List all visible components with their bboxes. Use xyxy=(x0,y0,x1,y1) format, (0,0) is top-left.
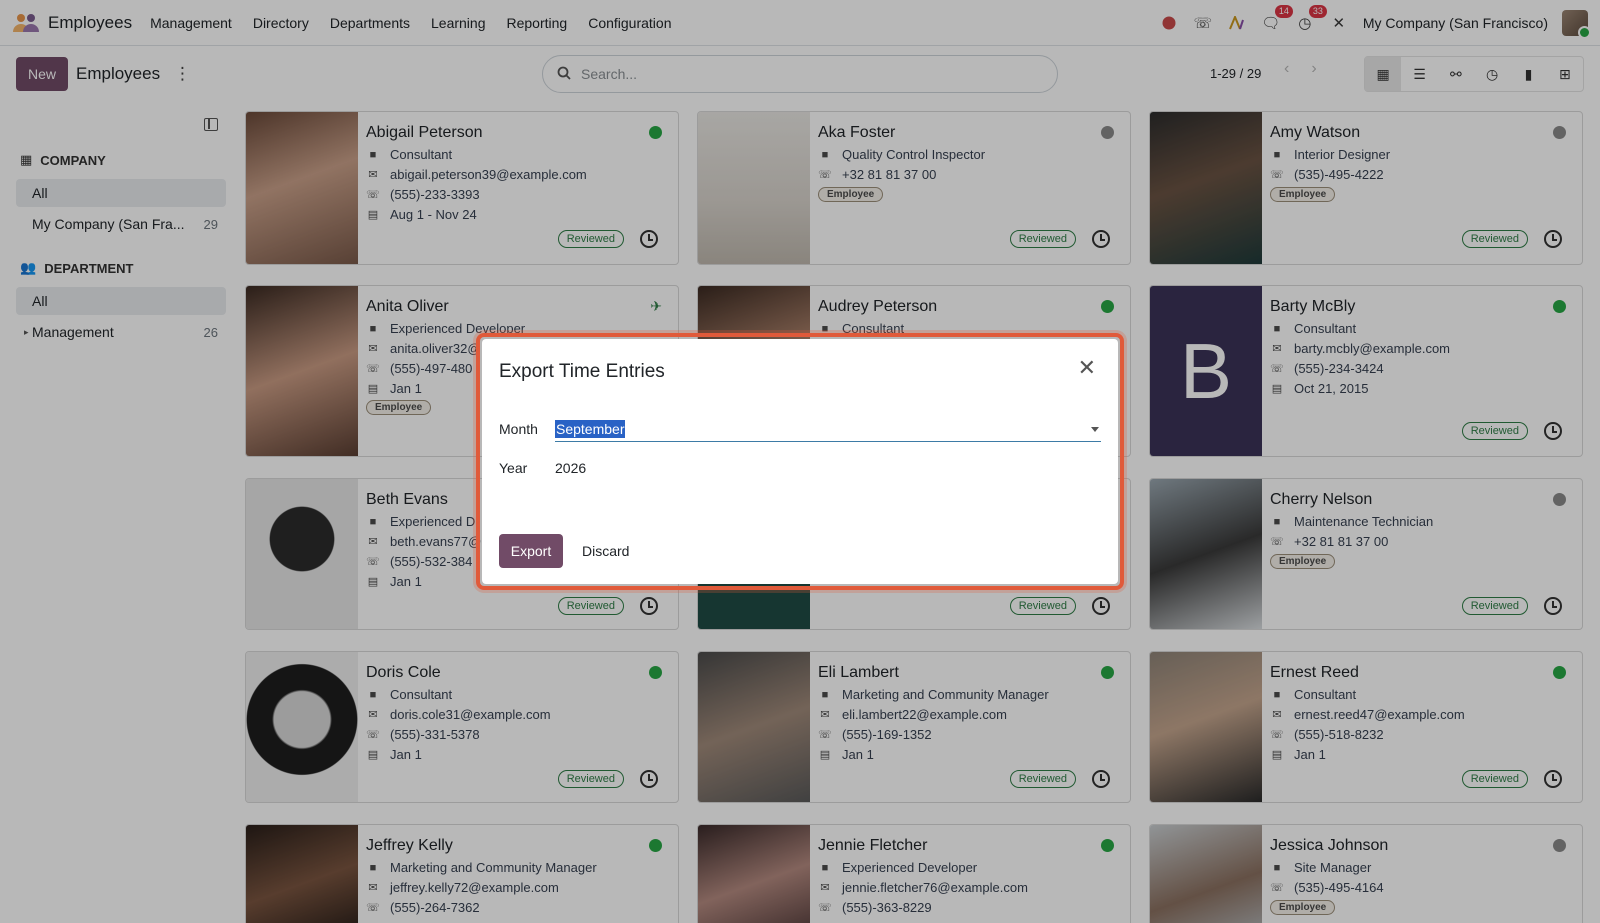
close-icon[interactable]: ✕ xyxy=(1078,357,1096,379)
dialog-title: Export Time Entries xyxy=(499,361,665,382)
month-value: September xyxy=(555,420,626,438)
month-label: Month xyxy=(499,421,538,437)
year-label: Year xyxy=(499,460,528,476)
export-time-entries-dialog: Export Time Entries ✕ Month September Ye… xyxy=(482,339,1118,584)
discard-button[interactable]: Discard xyxy=(582,543,629,559)
year-field[interactable]: 2026 xyxy=(555,460,586,476)
chevron-down-icon[interactable] xyxy=(1091,427,1099,432)
month-select[interactable]: September xyxy=(555,418,1101,442)
export-button[interactable]: Export xyxy=(499,534,563,568)
